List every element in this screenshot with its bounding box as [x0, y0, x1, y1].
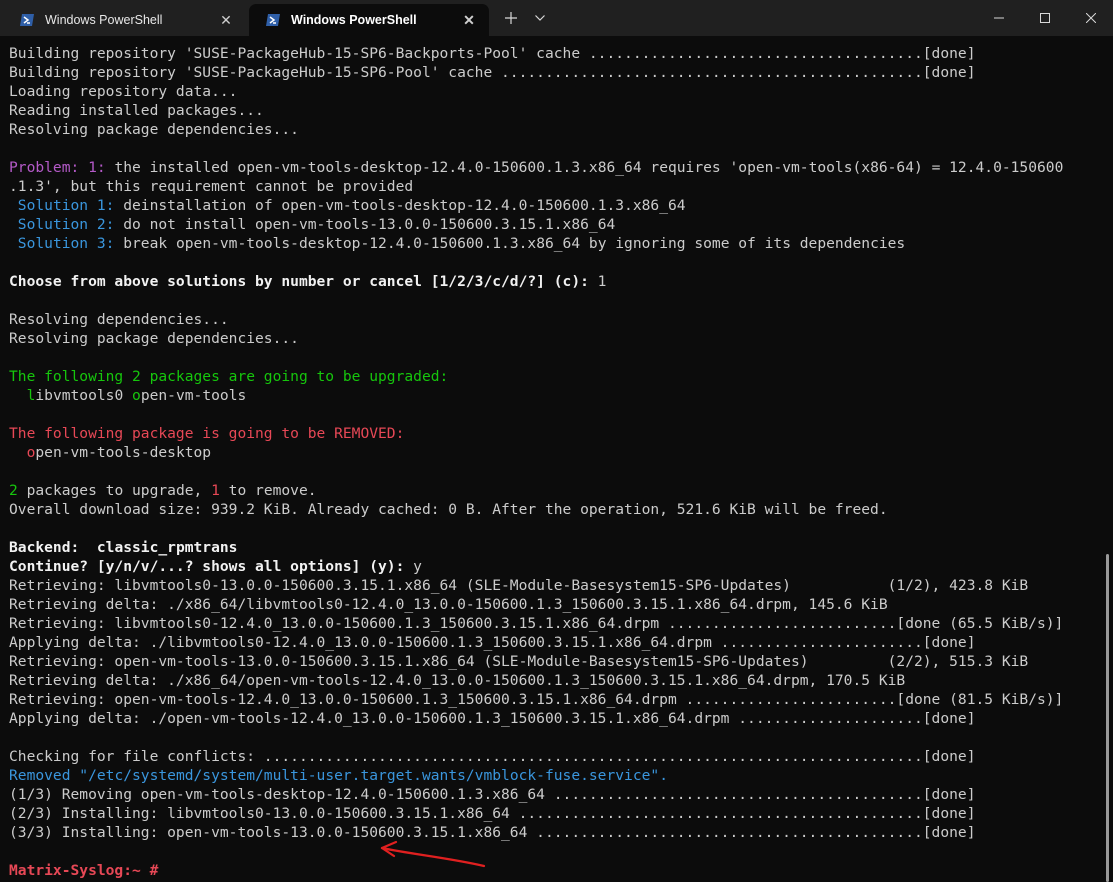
pkg-initial: o: [132, 387, 141, 404]
summary-line: 2 packages to upgrade, 1 to remove.: [9, 481, 1063, 500]
continue-line: Continue? [y/n/v/...? shows all options]…: [9, 557, 1063, 576]
continue-answer: y: [404, 558, 422, 575]
terminal-line: Retrieving delta: ./x86_64/libvmtools0-1…: [9, 596, 888, 613]
solution-line: Solution 2: do not install open-vm-tools…: [9, 215, 1063, 234]
summary-text: packages to upgrade,: [17, 482, 212, 499]
choose-line: Choose from above solutions by number or…: [9, 272, 1063, 291]
solution-line: Solution 1: deinstallation of open-vm-to…: [9, 196, 1063, 215]
solution-text: deinstallation of open-vm-tools-desktop-…: [114, 197, 686, 214]
choose-answer: 1: [588, 273, 607, 290]
terminal-line: Retrieving: libvmtools0-12.4.0_13.0.0-15…: [9, 615, 1064, 632]
solution-line: Solution 3: break open-vm-tools-desktop-…: [9, 234, 1063, 253]
terminal-lines: Building repository 'SUSE-PackageHub-15-…: [9, 44, 1063, 880]
terminal-line: Resolving dependencies...: [9, 311, 229, 328]
terminal-line: Applying delta: ./libvmtools0-12.4.0_13.…: [9, 634, 976, 651]
solution-text: do not install open-vm-tools-13.0.0-1506…: [114, 216, 616, 233]
problem-number: 1:: [88, 159, 106, 176]
removed-label: Removed: [9, 767, 71, 784]
problem-line: Problem: 1: the installed open-vm-tools-…: [9, 158, 1063, 177]
maximize-icon[interactable]: [1022, 0, 1068, 36]
continue-prompt: Continue? [y/n/v/...? shows all options]…: [9, 558, 405, 575]
backend-line: Backend: classic_rpmtrans: [9, 538, 1063, 557]
powershell-icon: [266, 14, 280, 26]
terminal-line: Reading installed packages...: [9, 102, 264, 119]
upgrade-packages: libvmtools0 open-vm-tools: [9, 386, 1063, 405]
terminal-line: (3/3) Installing: open-vm-tools-13.0.0-1…: [9, 824, 976, 841]
terminal-line: Overall download size: 939.2 KiB. Alread…: [9, 501, 888, 518]
summary-text: to remove.: [219, 482, 317, 499]
terminal-line: Retrieving: open-vm-tools-12.4.0_13.0.0-…: [9, 691, 1064, 708]
powershell-icon: [20, 14, 34, 26]
pkg-rest: pen-vm-tools-desktop: [35, 444, 212, 461]
prompt-line[interactable]: Matrix-Syslog:~ #: [9, 861, 1063, 880]
terminal-line: .1.3', but this requirement cannot be pr…: [9, 178, 414, 195]
solution-text: break open-vm-tools-desktop-12.4.0-15060…: [114, 235, 906, 252]
chevron-down-icon[interactable]: [527, 0, 553, 36]
terminal-line: Loading repository data...: [9, 83, 238, 100]
backend-label: Backend:: [9, 539, 80, 556]
terminal-output[interactable]: Building repository 'SUSE-PackageHub-15-…: [0, 36, 1113, 882]
terminal-line: (2/3) Installing: libvmtools0-13.0.0-150…: [9, 805, 976, 822]
scrollbar[interactable]: [1106, 554, 1109, 882]
plus-icon[interactable]: [497, 0, 525, 36]
terminal-line: Checking for file conflicts: ...........…: [9, 748, 976, 765]
terminal-line: Applying delta: ./open-vm-tools-12.4.0_1…: [9, 710, 976, 727]
upgrade-heading: The following 2 packages are going to be…: [9, 368, 449, 385]
choose-prompt: Choose from above solutions by number or…: [9, 273, 589, 290]
problem-text: the installed open-vm-tools-desktop-12.4…: [105, 159, 1064, 176]
terminal-line: Resolving package dependencies...: [9, 121, 299, 138]
minimize-icon[interactable]: [976, 0, 1022, 36]
title-bar: Windows PowerShell ✕ Windows PowerShell …: [0, 0, 1113, 36]
pkg-rest: ibvmtools0: [35, 387, 133, 404]
remove-count: 1: [211, 482, 220, 499]
shell-prompt: Matrix-Syslog:~ #: [9, 862, 159, 879]
terminal-line: Building repository 'SUSE-PackageHub-15-…: [9, 64, 976, 81]
terminal-line: Building repository 'SUSE-PackageHub-15-…: [9, 45, 976, 62]
removed-path: "/etc/systemd/system/multi-user.target.w…: [70, 767, 668, 784]
removed-line: Removed "/etc/systemd/system/multi-user.…: [9, 766, 1063, 785]
remove-heading: The following package is going to be REM…: [9, 425, 405, 442]
close-icon[interactable]: ✕: [218, 12, 234, 28]
terminal-line: Resolving package dependencies...: [9, 330, 299, 347]
problem-label: Problem:: [9, 159, 80, 176]
tab-windows-powershell-1[interactable]: Windows PowerShell ✕: [3, 4, 246, 36]
solution-label: Solution 2:: [17, 216, 115, 233]
pkg-rest: pen-vm-tools: [140, 387, 247, 404]
terminal-line: Retrieving delta: ./x86_64/open-vm-tools…: [9, 672, 906, 689]
close-icon[interactable]: [1068, 0, 1113, 36]
terminal-line: Retrieving: libvmtools0-13.0.0-150600.3.…: [9, 577, 1029, 594]
upgrade-count: 2: [9, 482, 18, 499]
tab-title: Windows PowerShell: [291, 13, 417, 27]
close-icon[interactable]: ✕: [461, 12, 477, 28]
terminal-line: Retrieving: open-vm-tools-13.0.0-150600.…: [9, 653, 1029, 670]
solution-label: Solution 3:: [17, 235, 115, 252]
tab-windows-powershell-2[interactable]: Windows PowerShell ✕: [249, 4, 489, 36]
backend-value: classic_rpmtrans: [79, 539, 238, 556]
solution-label: Solution 1:: [17, 197, 115, 214]
annotation-arrow: [380, 840, 486, 868]
tab-title: Windows PowerShell: [45, 13, 163, 27]
terminal-line: (1/3) Removing open-vm-tools-desktop-12.…: [9, 786, 976, 803]
remove-packages: open-vm-tools-desktop: [9, 443, 1063, 462]
